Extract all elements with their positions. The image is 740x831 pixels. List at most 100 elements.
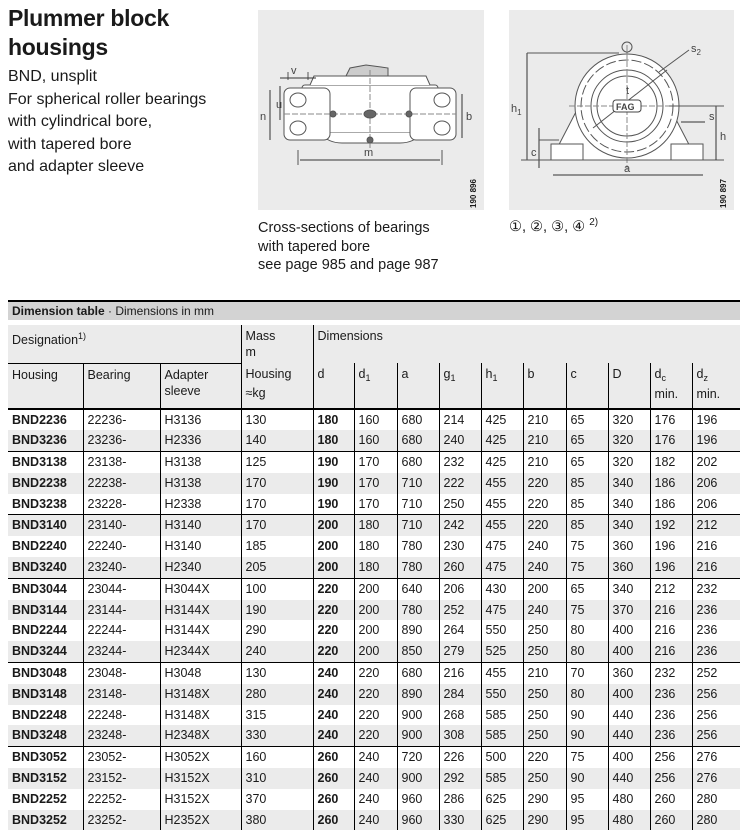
cell-dc-min: 236 bbox=[649, 704, 693, 726]
cell-d: 180 bbox=[312, 408, 355, 431]
cell-bearing: 23244- bbox=[82, 641, 160, 663]
header-g1: g1 bbox=[438, 363, 482, 410]
subtitle: BND, unsplit For spherical roller bearin… bbox=[8, 66, 206, 179]
cell-c: 90 bbox=[565, 704, 609, 726]
table-title: Dimension table bbox=[12, 304, 105, 318]
cell-dz-min: 256 bbox=[691, 725, 740, 747]
cell-mass: 370 bbox=[240, 788, 314, 810]
cell-dz-min: 202 bbox=[691, 451, 740, 473]
cell-housing: BND2236 bbox=[12, 412, 67, 427]
cell-d: 260 bbox=[312, 746, 355, 769]
cell-h1: 585 bbox=[480, 768, 524, 789]
cell-bearing: 23144- bbox=[82, 599, 160, 621]
cell-dz-min: 280 bbox=[691, 788, 740, 810]
cell-dz-min: 276 bbox=[691, 768, 740, 789]
cell-housing: BND2238 bbox=[8, 472, 83, 494]
cell-a: 960 bbox=[396, 788, 440, 810]
table-row: BND2248 22248- H3148X 315 240 220 900 268 585 250… bbox=[8, 704, 740, 726]
cell-dc-min: 236 bbox=[649, 725, 693, 747]
cell-c: 65 bbox=[565, 430, 609, 452]
subtitle-line: with tapered bore bbox=[8, 135, 132, 153]
cell-b: 210 bbox=[522, 451, 567, 473]
cell-g1: 232 bbox=[438, 451, 482, 473]
cell-bearing: 23152- bbox=[82, 768, 160, 789]
cell-b: 250 bbox=[522, 704, 567, 726]
cell-d: 220 bbox=[312, 641, 355, 663]
cell-b: 250 bbox=[522, 768, 567, 789]
header-dimensions: Dimensions bbox=[312, 325, 740, 363]
cell-dc-min: 182 bbox=[649, 451, 693, 473]
caption-line: Cross-sections of bearings bbox=[258, 220, 430, 236]
cell-d: 260 bbox=[312, 809, 355, 831]
table-row: BND2238 22238- H3138 170 190 170 710 222 455 220 8… bbox=[8, 472, 740, 494]
cell-d: 260 bbox=[312, 788, 355, 810]
cell-a: 640 bbox=[396, 577, 440, 600]
cell-dz-min: 196 bbox=[691, 430, 740, 452]
figure-code: 190 896 bbox=[469, 179, 478, 208]
cell-D: 400 bbox=[607, 620, 651, 642]
cell-d1: 170 bbox=[353, 472, 398, 494]
table-title-bar: Dimension table · Dimensions in mm bbox=[8, 300, 740, 320]
cell-a: 900 bbox=[396, 725, 440, 747]
cell-D: 360 bbox=[607, 557, 651, 579]
cell-bearing: 22248- bbox=[82, 704, 160, 726]
cell-bearing: 23236- bbox=[82, 430, 160, 452]
cell-dz-min: 252 bbox=[691, 662, 740, 684]
table-row: BND2244 22244- H3144X 290 220 200 890 264 550 250… bbox=[8, 620, 740, 642]
header-mass-housing: Housing ≈kg bbox=[240, 363, 314, 410]
cell-d: 190 bbox=[312, 493, 355, 515]
cell-g1: 284 bbox=[438, 683, 482, 705]
cell-d1: 220 bbox=[353, 683, 398, 705]
cell-adapter-sleeve: H2344X bbox=[159, 641, 242, 663]
figure-caption: Cross-sections of bearings with tapered … bbox=[258, 219, 439, 275]
cell-mass: 315 bbox=[240, 704, 314, 726]
dim-label-h1: h1 bbox=[511, 103, 522, 117]
cell-dz-min: 232 bbox=[691, 577, 740, 600]
cell-mass: 170 bbox=[240, 514, 314, 537]
dim-label-s: s bbox=[709, 111, 715, 123]
cell-adapter-sleeve: H2340 bbox=[159, 557, 242, 579]
cell-housing: BND3140 bbox=[8, 514, 83, 537]
cell-housing: BND2240 bbox=[12, 539, 67, 554]
cell-h1: 455 bbox=[480, 493, 524, 515]
cell-dz-min: 206 bbox=[691, 472, 740, 494]
title-line-2: housings bbox=[8, 34, 108, 60]
cell-dc-min: 176 bbox=[649, 408, 693, 431]
cell-dc-min: 212 bbox=[649, 577, 693, 600]
cell-g1: 214 bbox=[438, 408, 482, 431]
cell-a: 680 bbox=[396, 662, 440, 684]
cell-D: 320 bbox=[607, 408, 651, 431]
cell-d: 240 bbox=[312, 704, 355, 726]
dim-label-h: h bbox=[720, 131, 726, 143]
cell-housing: BND3240 bbox=[8, 557, 83, 579]
cell-D: 440 bbox=[607, 725, 651, 747]
cell-D: 320 bbox=[607, 430, 651, 452]
cell-bearing: 23044- bbox=[82, 577, 160, 600]
cell-adapter-sleeve: H3144X bbox=[159, 599, 242, 621]
cell-a: 680 bbox=[396, 451, 440, 473]
header-housing: Housing bbox=[8, 362, 83, 410]
cell-b: 210 bbox=[522, 408, 567, 431]
cell-mass: 190 bbox=[240, 599, 314, 621]
cell-b: 220 bbox=[522, 493, 567, 515]
cell-D: 440 bbox=[607, 704, 651, 726]
table-row: BND3236 23236- H2336 140 180 160 680 240 425 210 6… bbox=[8, 430, 740, 452]
cell-a: 890 bbox=[396, 620, 440, 642]
caption-line: with tapered bore bbox=[258, 238, 371, 255]
cell-adapter-sleeve: H3044X bbox=[159, 577, 242, 600]
cell-b: 290 bbox=[522, 788, 567, 810]
cell-mass: 160 bbox=[240, 746, 314, 769]
cell-bearing: 23248- bbox=[82, 725, 160, 747]
cell-bearing: 23048- bbox=[82, 662, 160, 684]
cell-g1: 252 bbox=[438, 599, 482, 621]
cell-d1: 200 bbox=[353, 641, 398, 663]
cell-h1: 550 bbox=[480, 683, 524, 705]
cell-d: 240 bbox=[312, 725, 355, 747]
table-subtitle: · Dimensions in mm bbox=[104, 304, 215, 318]
cell-housing: BND3052 bbox=[8, 746, 83, 769]
cell-housing: BND3252 bbox=[8, 809, 83, 831]
cell-g1: 216 bbox=[438, 662, 482, 684]
cell-mass: 100 bbox=[240, 577, 314, 600]
dim-label-b: b bbox=[466, 111, 472, 123]
cell-c: 90 bbox=[565, 768, 609, 789]
